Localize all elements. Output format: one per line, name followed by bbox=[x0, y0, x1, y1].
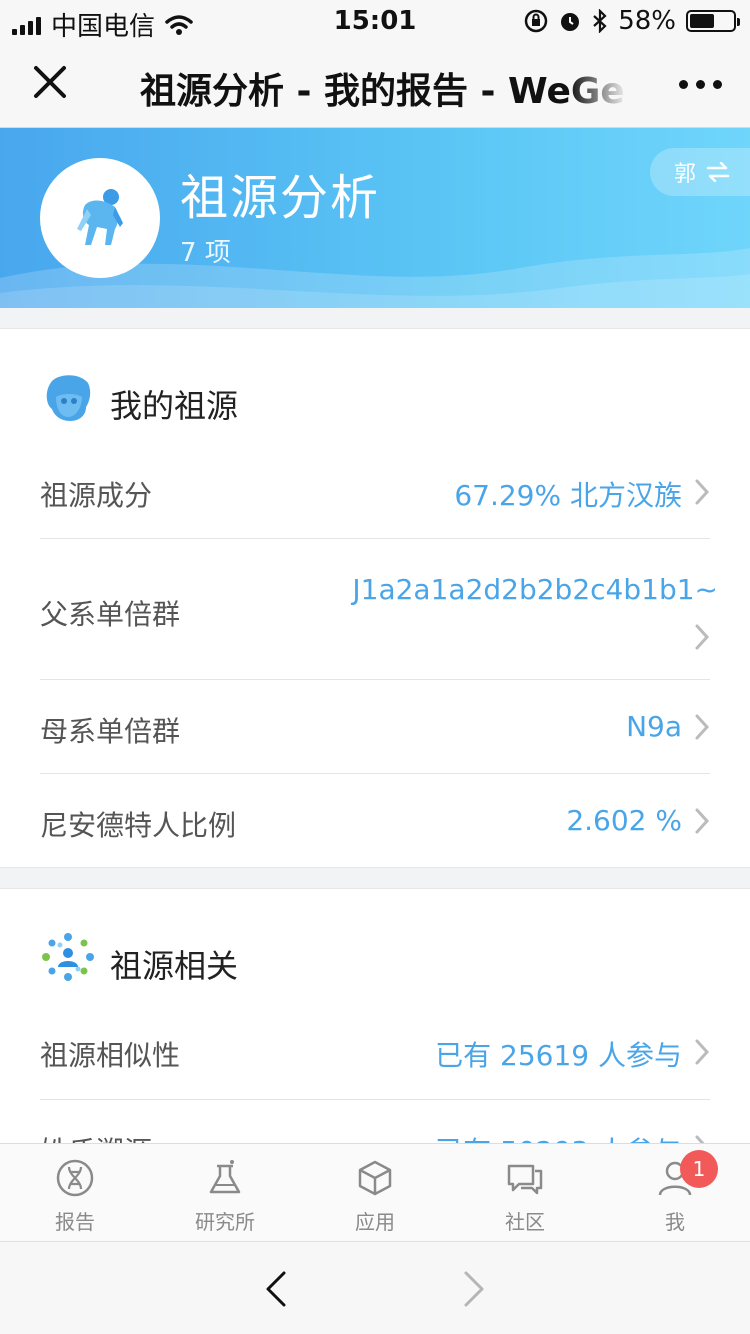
chat-icon bbox=[507, 1164, 543, 1195]
hero-item-count: 7 项 bbox=[180, 238, 231, 268]
bluetooth-icon bbox=[593, 9, 607, 33]
list-item-paternal-haplogroup[interactable]: 父系单倍群 J1a2a1a2d2b2b2c4b1b1~ bbox=[40, 539, 718, 680]
battery-percent: 58% bbox=[618, 6, 676, 36]
dna-icon bbox=[56, 1159, 94, 1197]
nav-bar: 祖源分析 - 我的报告 - WeGene bbox=[0, 40, 750, 128]
forward-arrow-icon[interactable] bbox=[460, 1270, 488, 1308]
chevron-right-icon bbox=[695, 714, 710, 740]
tab-community[interactable]: 社区 bbox=[450, 1144, 600, 1241]
flask-icon bbox=[209, 1160, 241, 1194]
back-arrow-icon[interactable] bbox=[262, 1270, 290, 1308]
tab-institute[interactable]: 研究所 bbox=[150, 1144, 300, 1241]
section-my-ancestry: 我的祖源 祖源成分 67.29% 北方汉族 父系单倍群 J1a2a1a2d2b2… bbox=[0, 328, 750, 868]
list-item-maternal-haplogroup[interactable]: 母系单倍群 N9a bbox=[40, 680, 710, 774]
row-label: 尼安德特人比例 bbox=[40, 809, 237, 842]
list-item-ancestry-similarity[interactable]: 祖源相似性 已有 25619 人参与 bbox=[40, 1004, 710, 1100]
ape-walking-icon bbox=[77, 189, 123, 245]
row-value: 已有 25619 人参与 bbox=[435, 1039, 682, 1072]
tab-label: 我 bbox=[665, 1210, 685, 1234]
browser-toolbar bbox=[0, 1241, 750, 1334]
chevron-right-icon bbox=[695, 624, 710, 650]
tab-bar: 报告 研究所 应用 社区 我 1 bbox=[0, 1143, 750, 1241]
row-label: 母系单倍群 bbox=[40, 715, 181, 748]
list-item-neanderthal-ratio[interactable]: 尼安德特人比例 2.602 % bbox=[40, 774, 710, 867]
switch-profile-button[interactable]: 郭 bbox=[650, 148, 750, 196]
row-label: 祖源成分 bbox=[40, 479, 153, 512]
status-bar: 中国电信 15:01 58% bbox=[0, 0, 750, 42]
chevron-right-icon bbox=[695, 479, 710, 505]
tab-report[interactable]: 报告 bbox=[0, 1144, 150, 1241]
ancestor-head-icon bbox=[46, 375, 91, 421]
tab-label: 研究所 bbox=[195, 1210, 255, 1234]
row-value: 67.29% 北方汉族 bbox=[454, 479, 682, 512]
list-item-ancestry-composition[interactable]: 祖源成分 67.29% 北方汉族 bbox=[40, 444, 710, 539]
section-title: 祖源相关 bbox=[110, 947, 239, 985]
page-title: 祖源分析 - 我的报告 - WeGene bbox=[140, 71, 628, 112]
network-people-icon bbox=[42, 933, 94, 981]
tab-label: 社区 bbox=[505, 1210, 545, 1234]
row-value: J1a2a1a2d2b2b2c4b1b1~ bbox=[352, 573, 718, 606]
chevron-right-icon bbox=[695, 808, 710, 834]
section-title: 我的祖源 bbox=[110, 387, 239, 425]
rotation-lock-icon bbox=[524, 9, 548, 33]
more-icon[interactable] bbox=[679, 80, 722, 89]
screen: 中国电信 15:01 58% 祖源分析 - 我的报告 - WeGene 祖源分析… bbox=[0, 0, 750, 1334]
row-label: 父系单倍群 bbox=[40, 598, 181, 631]
ancestry-avatar bbox=[40, 158, 160, 278]
tab-label: 应用 bbox=[355, 1210, 395, 1234]
hero-title: 祖源分析 bbox=[180, 170, 381, 226]
swap-arrows-icon bbox=[706, 162, 730, 182]
tab-label: 报告 bbox=[55, 1210, 95, 1234]
row-value: N9a bbox=[626, 710, 682, 743]
alarm-icon bbox=[561, 13, 580, 31]
notification-badge: 1 bbox=[680, 1150, 718, 1188]
cube-icon bbox=[358, 1160, 392, 1196]
battery-icon bbox=[686, 10, 740, 32]
hero-banner: 祖源分析 7 项 郭 bbox=[0, 128, 750, 308]
tab-me[interactable]: 我 1 bbox=[600, 1144, 750, 1241]
tab-apps[interactable]: 应用 bbox=[300, 1144, 450, 1241]
switch-profile-label: 郭 bbox=[674, 162, 697, 187]
row-value: 2.602 % bbox=[566, 804, 682, 837]
chevron-right-icon bbox=[695, 1039, 710, 1065]
row-label: 祖源相似性 bbox=[40, 1039, 181, 1072]
close-icon[interactable] bbox=[30, 62, 70, 102]
